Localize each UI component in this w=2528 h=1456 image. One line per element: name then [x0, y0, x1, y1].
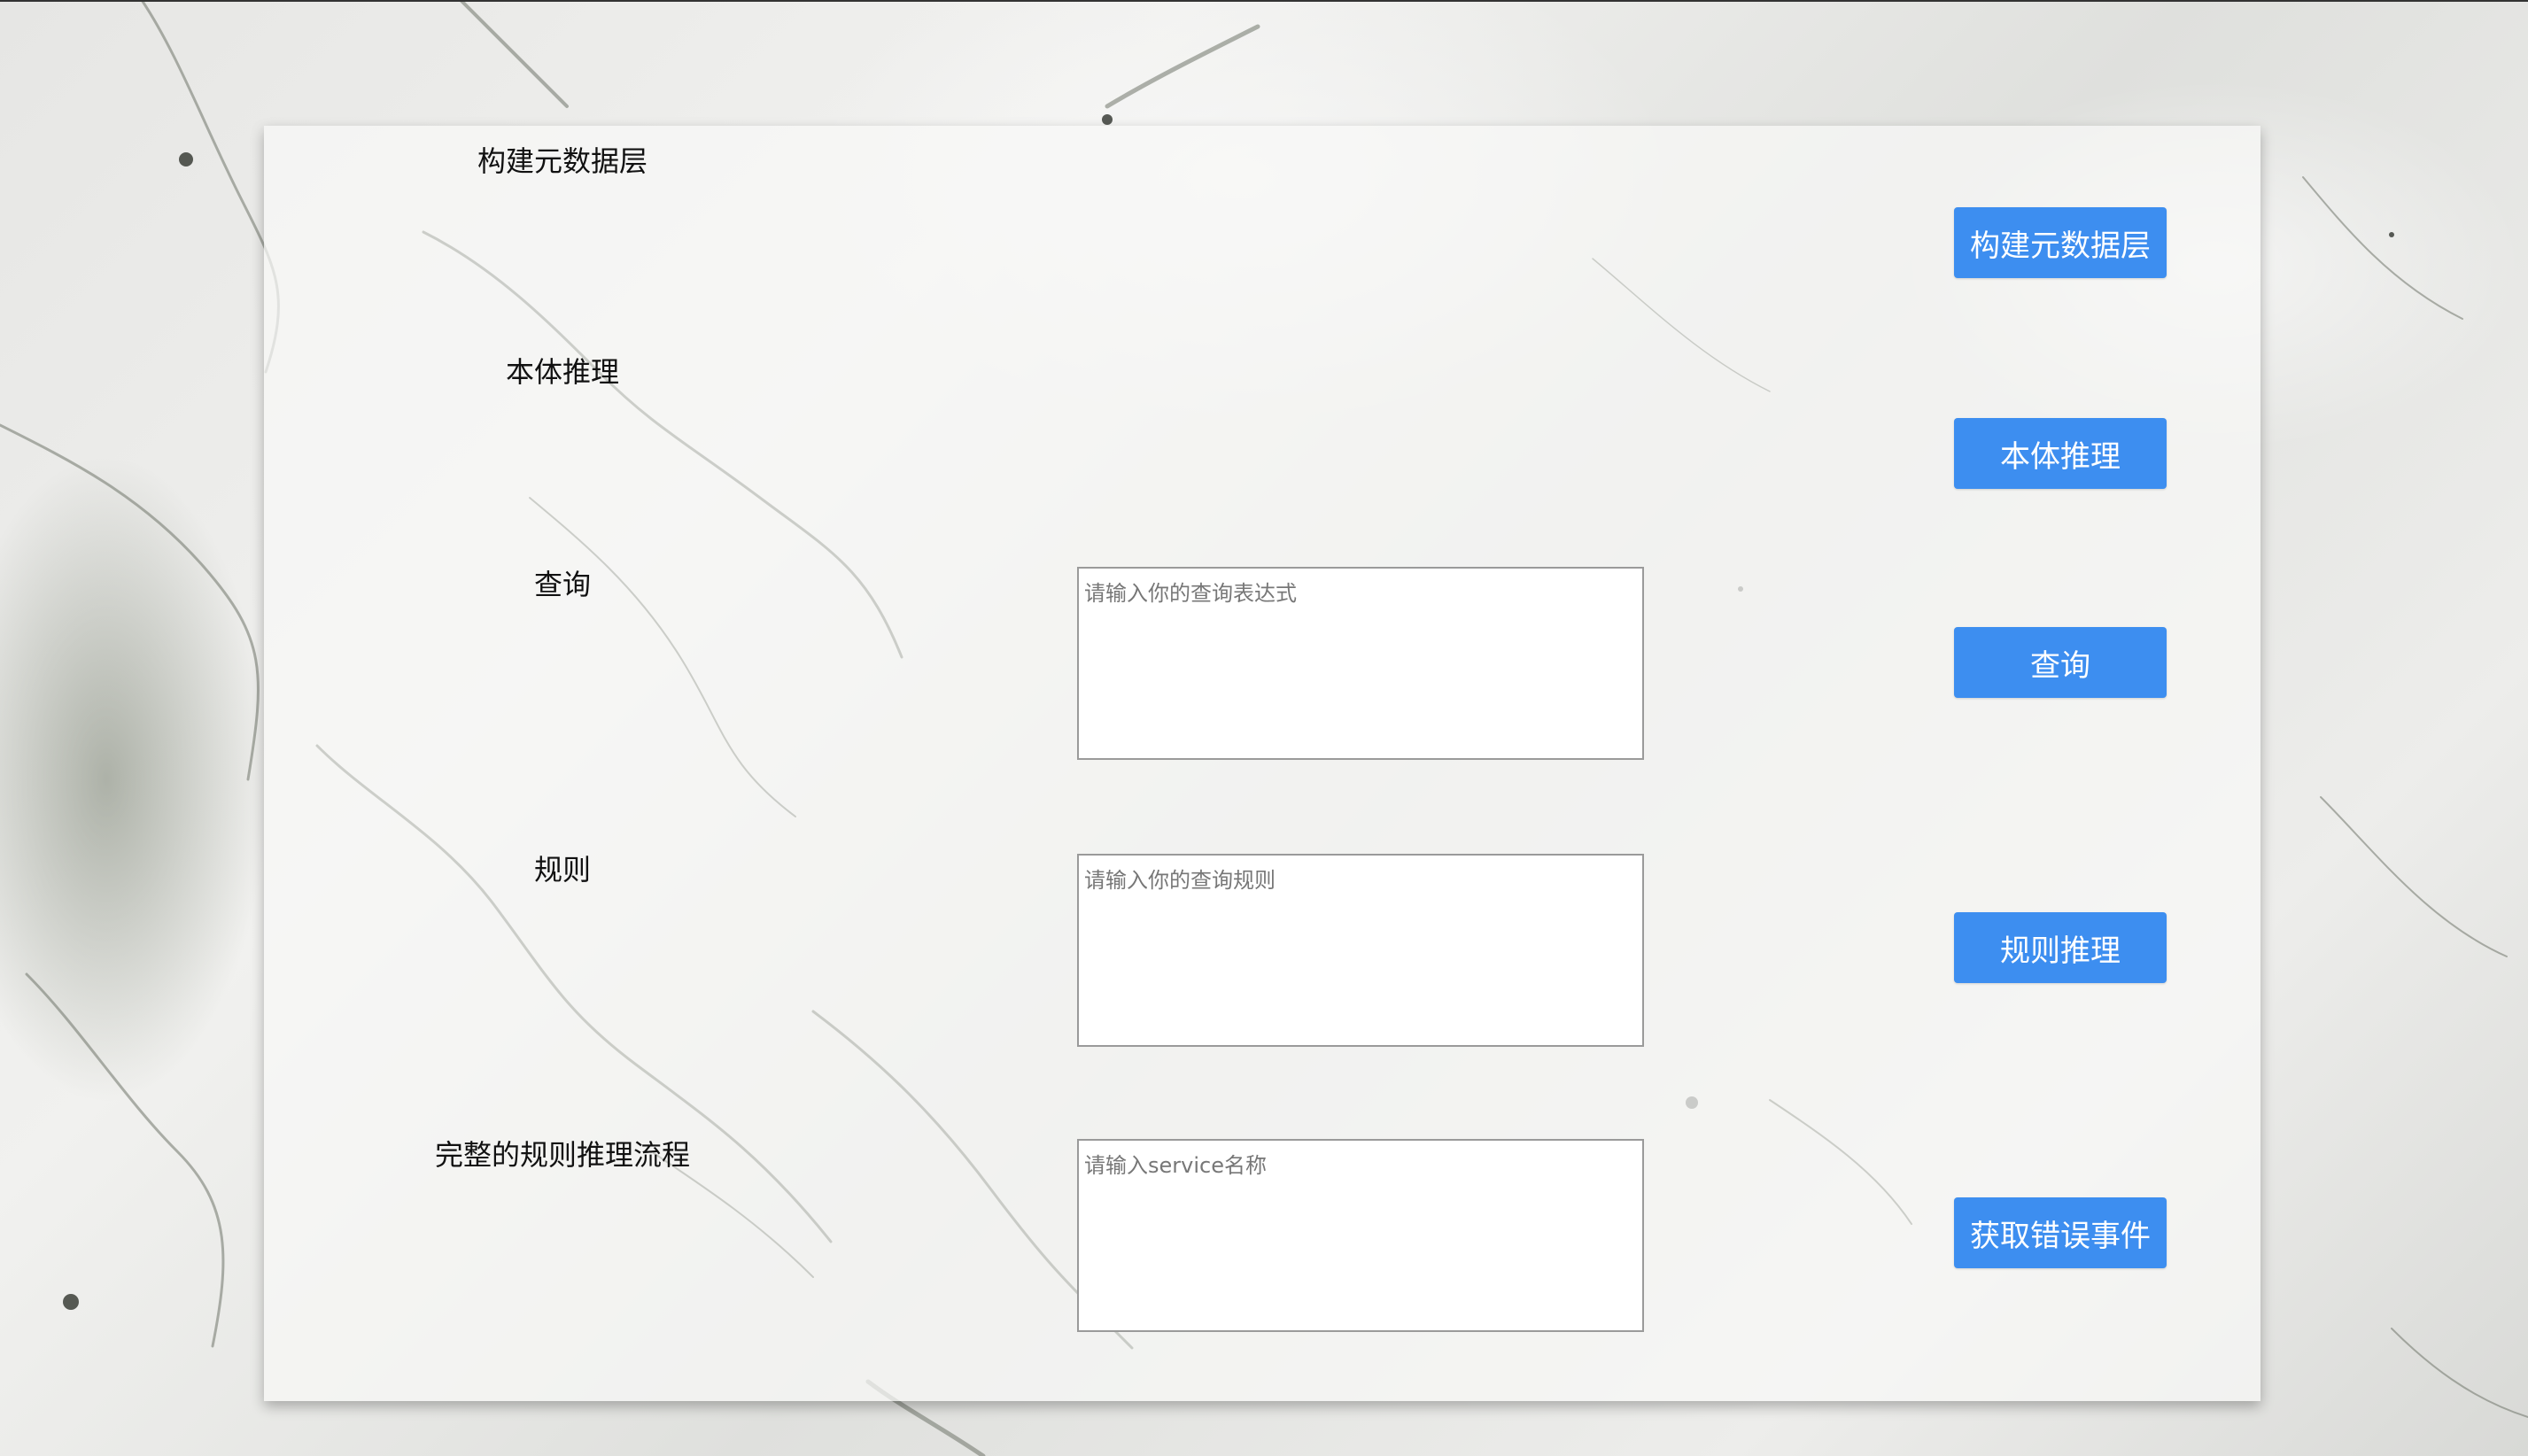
row-label-ontology-reasoning: 本体推理	[505, 355, 619, 389]
build-metadata-button[interactable]: 构建元数据层	[1954, 207, 2167, 278]
get-error-events-button[interactable]: 获取错误事件	[1954, 1197, 2167, 1268]
row-label-build-metadata: 构建元数据层	[477, 144, 648, 178]
query-expression-input[interactable]	[1077, 567, 1644, 760]
top-edge-line	[0, 0, 2528, 2]
main-panel: 构建元数据层 构建元数据层 本体推理 本体推理 查询 查询 规则 规则推理 完整…	[264, 126, 2260, 1401]
service-name-input[interactable]	[1077, 1139, 1644, 1332]
row-label-full-rule-process: 完整的规则推理流程	[434, 1138, 690, 1172]
row-label-query: 查询	[533, 568, 591, 601]
query-rule-input[interactable]	[1077, 854, 1644, 1047]
row-label-rule: 规则	[533, 853, 591, 887]
ontology-reasoning-button[interactable]: 本体推理	[1954, 418, 2167, 489]
query-button[interactable]: 查询	[1954, 627, 2167, 698]
rule-reasoning-button[interactable]: 规则推理	[1954, 912, 2167, 983]
